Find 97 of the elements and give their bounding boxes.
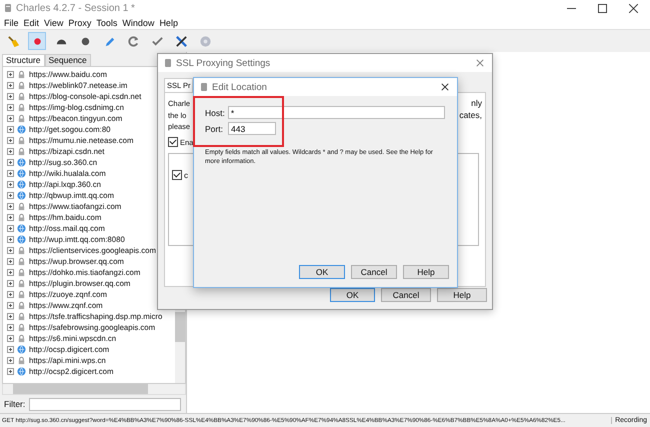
dialog-button[interactable]: Cancel bbox=[351, 265, 397, 279]
expand-icon[interactable] bbox=[7, 104, 14, 111]
table-cell: c bbox=[184, 170, 188, 180]
tools-icon bbox=[174, 34, 188, 48]
lock-icon bbox=[17, 92, 26, 101]
lock-icon bbox=[17, 213, 26, 222]
jar-icon bbox=[200, 82, 208, 92]
expand-icon[interactable] bbox=[7, 335, 14, 342]
port-label: Port: bbox=[205, 124, 224, 134]
lock-icon bbox=[17, 103, 26, 112]
expand-icon[interactable] bbox=[7, 225, 14, 232]
globe-icon bbox=[17, 235, 26, 244]
jar-icon bbox=[4, 3, 12, 13]
globe-icon bbox=[17, 158, 26, 167]
lock-icon bbox=[17, 312, 26, 321]
expand-icon[interactable] bbox=[7, 357, 14, 364]
globe-icon bbox=[17, 224, 26, 233]
lock-icon bbox=[17, 202, 26, 211]
lock-icon bbox=[17, 81, 26, 90]
filter-label: Filter: bbox=[4, 399, 26, 409]
dialog-title: SSL Proxying Settings bbox=[176, 58, 270, 68]
expand-icon[interactable] bbox=[7, 236, 14, 243]
menu-item[interactable]: Proxy bbox=[68, 18, 92, 28]
dialog-button[interactable]: OK bbox=[299, 265, 345, 279]
globe-icon bbox=[17, 345, 26, 354]
description-text: cates, bbox=[459, 110, 482, 121]
port-field[interactable]: 443 bbox=[228, 122, 276, 135]
close-icon[interactable] bbox=[629, 4, 638, 12]
jar-icon bbox=[164, 58, 172, 68]
menu-item[interactable]: Edit bbox=[24, 18, 40, 28]
globe-icon bbox=[17, 180, 26, 189]
expand-icon[interactable] bbox=[7, 137, 14, 144]
lock-icon bbox=[17, 356, 26, 365]
host-field[interactable]: * bbox=[228, 106, 445, 119]
menu-item[interactable]: File bbox=[4, 18, 19, 28]
expand-icon[interactable] bbox=[7, 159, 14, 166]
lock-icon bbox=[17, 114, 26, 123]
expand-icon[interactable] bbox=[7, 280, 14, 287]
lock-icon bbox=[17, 257, 26, 266]
expand-icon[interactable] bbox=[7, 291, 14, 298]
expand-icon[interactable] bbox=[7, 247, 14, 254]
lock-icon bbox=[17, 136, 26, 145]
expand-icon[interactable] bbox=[7, 82, 14, 89]
globe-icon bbox=[17, 169, 26, 178]
expand-icon[interactable] bbox=[7, 71, 14, 78]
settings-icon bbox=[198, 34, 212, 48]
refresh-icon bbox=[126, 34, 140, 48]
menu-item[interactable]: Tools bbox=[96, 18, 118, 28]
check-icon bbox=[150, 34, 164, 48]
dialog-button[interactable]: Help bbox=[437, 288, 487, 302]
row-checkbox[interactable] bbox=[172, 170, 182, 180]
expand-icon[interactable] bbox=[7, 214, 14, 221]
close-icon[interactable] bbox=[441, 83, 449, 91]
expand-icon[interactable] bbox=[7, 368, 14, 375]
dialog-button[interactable]: Cancel bbox=[381, 288, 431, 302]
host-label: Host: bbox=[205, 108, 225, 118]
expand-icon[interactable] bbox=[7, 203, 14, 210]
broom-icon bbox=[6, 34, 20, 48]
maximize-icon[interactable] bbox=[598, 4, 607, 12]
lock-icon bbox=[17, 246, 26, 255]
dialog-button[interactable]: OK bbox=[330, 288, 375, 302]
lock-icon bbox=[17, 279, 26, 288]
expand-icon[interactable] bbox=[7, 93, 14, 100]
description-text: nly bbox=[471, 98, 482, 110]
dialog-title: Edit Location bbox=[212, 82, 267, 92]
expand-icon[interactable] bbox=[7, 313, 14, 320]
globe-icon bbox=[17, 191, 26, 200]
view-tab[interactable]: Sequence bbox=[44, 54, 91, 66]
globe-icon bbox=[17, 367, 26, 376]
expand-icon[interactable] bbox=[7, 302, 14, 309]
expand-icon[interactable] bbox=[7, 324, 14, 331]
window-title: Charles 4.2.7 - Session 1 * bbox=[16, 2, 135, 14]
lock-icon bbox=[17, 323, 26, 332]
menu-item[interactable]: Help bbox=[159, 18, 178, 28]
globe-icon bbox=[17, 125, 26, 134]
filter-field[interactable] bbox=[29, 398, 182, 410]
menu-item[interactable]: View bbox=[44, 18, 64, 28]
expand-icon[interactable] bbox=[7, 346, 14, 353]
lock-icon bbox=[17, 147, 26, 156]
lock-icon bbox=[17, 268, 26, 277]
lock-icon bbox=[17, 334, 26, 343]
lock-icon bbox=[17, 290, 26, 299]
expand-icon[interactable] bbox=[7, 148, 14, 155]
expand-icon[interactable] bbox=[7, 170, 14, 177]
menu-item[interactable]: Window bbox=[122, 18, 154, 28]
scrollbar[interactable] bbox=[2, 384, 186, 395]
enable-checkbox[interactable] bbox=[168, 137, 178, 147]
lock-icon bbox=[17, 301, 26, 310]
dialog-button[interactable]: Help bbox=[403, 265, 449, 279]
expand-icon[interactable] bbox=[7, 258, 14, 265]
lock-icon bbox=[17, 70, 26, 79]
expand-icon[interactable] bbox=[7, 126, 14, 133]
expand-icon[interactable] bbox=[7, 269, 14, 276]
expand-icon[interactable] bbox=[7, 115, 14, 122]
expand-icon[interactable] bbox=[7, 192, 14, 199]
expand-icon[interactable] bbox=[7, 181, 14, 188]
view-tab[interactable]: Structure bbox=[2, 54, 44, 66]
